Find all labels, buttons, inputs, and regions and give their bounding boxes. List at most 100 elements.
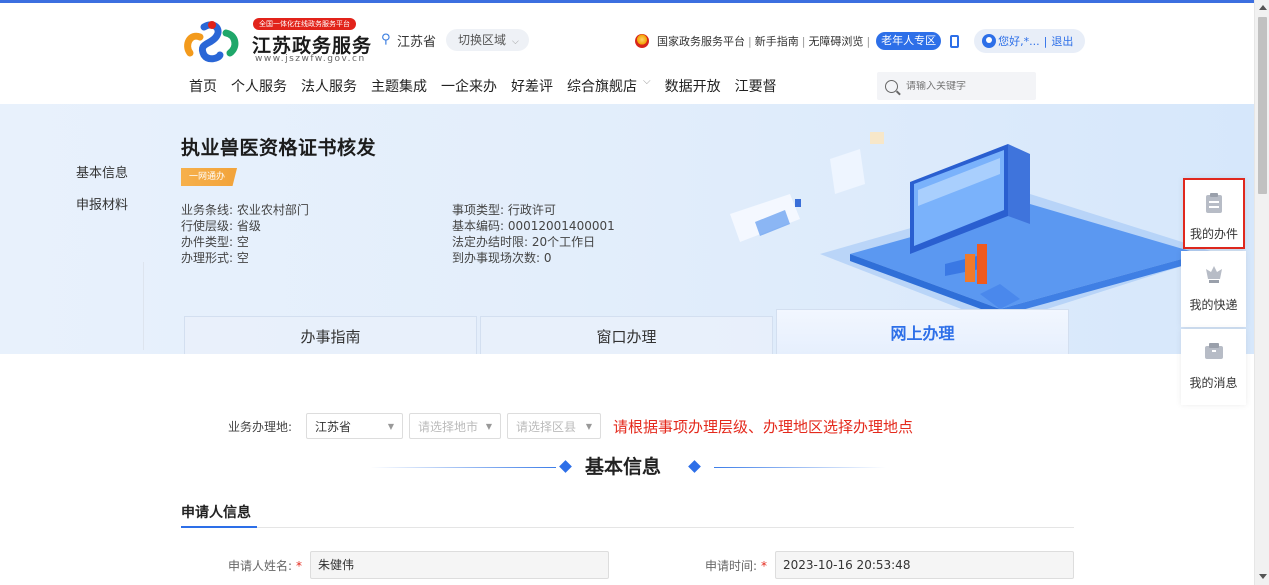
my-express-button[interactable]: 我的快递 [1181, 251, 1246, 327]
province-value: 江苏省 [315, 419, 352, 434]
logout-link[interactable]: 退出 [1051, 33, 1073, 49]
nav-legal-person[interactable]: 法人服务 [301, 76, 357, 96]
tab-window[interactable]: 窗口办理 [480, 316, 773, 354]
applicant-name-field[interactable]: 朱健伟 [310, 551, 609, 579]
info-business-line: 业务条线: 农业农村部门 [181, 203, 309, 217]
nav-personal[interactable]: 个人服务 [231, 76, 287, 96]
nav-one-enterprise[interactable]: 一企来办 [441, 76, 497, 96]
divider: | [801, 34, 806, 48]
nav-rating[interactable]: 好差评 [511, 76, 553, 96]
switch-region-label: 切换区域 [458, 33, 507, 47]
district-select[interactable]: 请选择区县 ▼ [507, 413, 602, 439]
scroll-up-icon[interactable] [1259, 5, 1267, 10]
info-case-type: 办件类型: 空 [181, 235, 249, 249]
info-basic-code: 基本编码: 00012001400001 [452, 219, 615, 233]
national-emblem-icon [635, 34, 649, 48]
apply-time-label-text: 申请时间: [705, 559, 758, 573]
nav-home[interactable]: 首页 [189, 76, 217, 96]
divider [714, 467, 886, 468]
link-national-platform[interactable]: 国家政务服务平台 [657, 33, 745, 49]
computer-illustration [730, 132, 1220, 324]
service-banner: 执业兽医资格证书核发 一网通办 业务条线: 农业农村部门 行使层级: 省级 办件… [0, 104, 1254, 354]
info-level: 行使层级: 省级 [181, 219, 261, 233]
my-cases-label: 我的办件 [1189, 227, 1238, 241]
search-icon[interactable] [885, 79, 898, 93]
site-header: 全国一体化在线政务服务平台 江苏政务服务 www.jszwfw.gov.cn ⚲… [0, 3, 1254, 104]
site-logo-icon[interactable] [182, 19, 242, 63]
heading-underline [181, 526, 257, 528]
nav-flagship[interactable]: 综合旗舰店 [567, 76, 637, 96]
anchor-basic-info[interactable]: 基本信息 [76, 162, 128, 181]
site-url: www.jszwfw.gov.cn [255, 54, 366, 64]
user-greeting: 您好,*... [998, 35, 1040, 48]
location-label: 业务办理地: [228, 419, 293, 434]
divider: | [866, 34, 871, 48]
search-box[interactable] [877, 72, 1036, 100]
nav-themes[interactable]: 主题集成 [371, 76, 427, 96]
service-tag: 一网通办 [181, 168, 238, 186]
my-cases-button[interactable]: 我的办件 [1183, 178, 1245, 249]
user-menu[interactable]: 您好,*... | 退出 [974, 29, 1086, 53]
elder-zone-button[interactable]: 老年人专区 [876, 32, 942, 50]
link-beginner-guide[interactable]: 新手指南 [755, 33, 799, 49]
apply-time-field[interactable]: 2023-10-16 20:53:48 [775, 551, 1074, 579]
my-messages-button[interactable]: 我的消息 [1181, 329, 1246, 405]
info-item-type: 事项类型: 行政许可 [452, 203, 556, 217]
divider: | [748, 34, 752, 48]
location-pin-icon: ⚲ [381, 32, 391, 47]
apply-time-label: 申请时间: * [705, 557, 767, 574]
diamond-icon [688, 460, 701, 473]
city-select[interactable]: 请选择地市 ▼ [409, 413, 502, 439]
location-tip: 请根据事项办理层级、办理地区选择办理地点 [613, 417, 914, 436]
service-title: 执业兽医资格证书核发 [181, 137, 377, 159]
nav-supervision[interactable]: 江要督 [735, 76, 777, 96]
divider [181, 527, 1074, 528]
my-messages-label: 我的消息 [1189, 376, 1238, 390]
current-location: 江苏省 [397, 35, 437, 50]
caret-down-icon: ▼ [485, 421, 493, 431]
message-box-icon [1204, 343, 1223, 359]
flower-icon [1205, 266, 1222, 283]
caret-down-icon: ▼ [387, 421, 395, 431]
nav-open-data[interactable]: 数据开放 [665, 76, 721, 96]
applicant-name-label: 申请人姓名: * [228, 557, 302, 574]
tab-guide[interactable]: 办事指南 [184, 316, 477, 354]
tab-online[interactable]: 网上办理 [776, 309, 1069, 354]
diamond-icon [559, 460, 572, 473]
applicant-name-label-text: 申请人姓名: [228, 559, 293, 573]
section-title: 基本信息 [585, 456, 662, 478]
city-placeholder: 请选择地市 [418, 419, 479, 434]
platform-badge: 全国一体化在线政务服务平台 [253, 18, 356, 30]
required-mark: * [761, 559, 768, 573]
info-visits: 到办事现场次数: 0 [452, 251, 552, 265]
mobile-phone-icon[interactable] [950, 34, 960, 48]
info-handling-form: 办理形式: 空 [181, 251, 249, 265]
link-accessibility[interactable]: 无障碍浏览 [808, 33, 863, 49]
divider [370, 467, 556, 468]
page-scrollbar[interactable] [1254, 0, 1269, 585]
district-placeholder: 请选择区县 [516, 419, 577, 434]
user-avatar-icon [982, 34, 997, 48]
scroll-thumb[interactable] [1258, 17, 1267, 194]
service-tabs: 办事指南 窗口办理 网上办理 [184, 309, 1072, 354]
applicant-heading: 申请人信息 [181, 505, 251, 521]
main-nav: 首页 个人服务 法人服务 主题集成 一企来办 好差评 综合旗舰店 ⌵ 数据开放 … [189, 76, 791, 96]
anchor-materials[interactable]: 申报材料 [76, 194, 128, 213]
switch-region-button[interactable]: 切换区域 ⌵ [446, 29, 529, 51]
service-info-right: 事项类型: 行政许可 基本编码: 00012001400001 法定办结时限: … [452, 202, 615, 266]
float-panel: 我的办件 我的快递 我的消息 [1181, 178, 1246, 407]
chevron-down-icon[interactable]: ⌵ [643, 76, 651, 96]
my-express-label: 我的快递 [1189, 298, 1238, 312]
info-time-limit: 法定办结时限: 20个工作日 [452, 235, 596, 249]
search-input[interactable] [906, 80, 1026, 92]
scroll-down-icon[interactable] [1259, 574, 1267, 579]
chevron-down-icon: ⌵ [512, 37, 519, 47]
service-info-left: 业务条线: 农业农村部门 行使层级: 省级 办件类型: 空 办理形式: 空 [181, 202, 309, 266]
province-select[interactable]: 江苏省 ▼ [306, 413, 404, 439]
caret-down-icon: ▼ [585, 421, 593, 431]
top-links: 国家政务服务平台 | 新手指南 | 无障碍浏览 | 老年人专区 您好,*... … [635, 29, 1086, 53]
section-header: 基本信息 [370, 452, 886, 482]
location-selector-row: 业务办理地: 江苏省 ▼ 请选择地市 ▼ 请选择区县 ▼ 请根据事项办理层级、办理地区… [228, 413, 913, 439]
clipboard-icon [1206, 193, 1222, 213]
divider [143, 262, 144, 350]
